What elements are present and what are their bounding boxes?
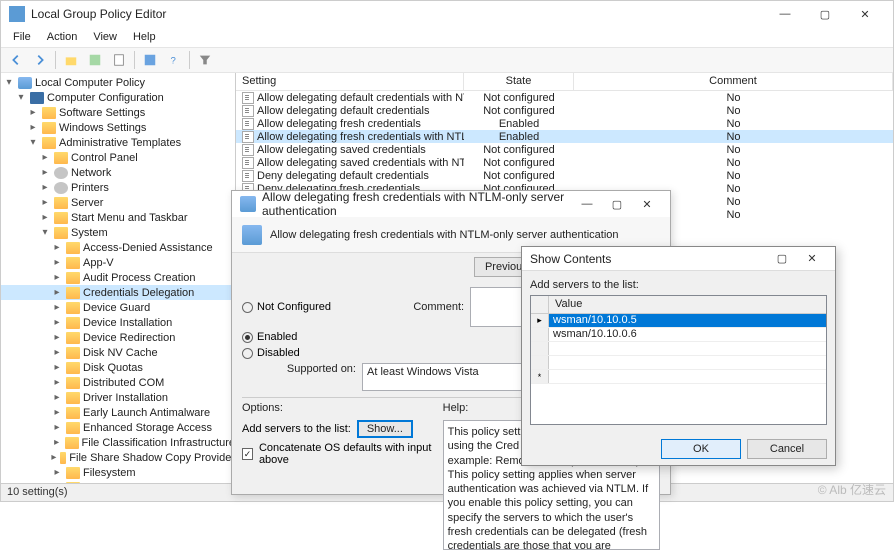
options-heading: Options: (242, 402, 443, 414)
tree-item[interactable]: ▸Control Panel (1, 150, 235, 165)
watermark: © Alb 亿速云 (818, 481, 886, 498)
filter-button[interactable] (194, 49, 216, 71)
radio-not-configured[interactable]: Not Configured (242, 301, 356, 313)
grid-row[interactable]: ▸wsman/10.10.0.5 (531, 314, 826, 328)
app-icon (9, 6, 25, 22)
setting-icon (242, 225, 262, 245)
menu-view[interactable]: View (85, 29, 125, 45)
tree-item[interactable]: ▸Audit Process Creation (1, 270, 235, 285)
tree-item[interactable]: ▸App-V (1, 255, 235, 270)
tree-computer-config[interactable]: ▾Computer Configuration (1, 90, 235, 105)
close-button[interactable]: ✕ (845, 1, 885, 27)
col-comment[interactable]: Comment (574, 73, 893, 90)
comment-label: Comment: (356, 301, 470, 313)
list-row[interactable]: Allow delegating fresh credentialsEnable… (236, 117, 893, 130)
grid-row[interactable] (531, 356, 826, 370)
tree-item[interactable]: ▸Server (1, 195, 235, 210)
show-contents-dialog: Show Contents ▢ ✕ Add servers to the lis… (521, 246, 836, 466)
col-state[interactable]: State (464, 73, 574, 90)
list-row[interactable]: Allow delegating saved credentials with … (236, 156, 893, 169)
show-maximize-button[interactable]: ▢ (767, 246, 797, 272)
up-button[interactable] (60, 49, 82, 71)
show-title: Show Contents (530, 252, 767, 266)
concat-label: Concatenate OS defaults with input above (259, 442, 443, 466)
tree-item[interactable]: ▸Filesystem (1, 465, 235, 480)
col-setting[interactable]: Setting (236, 73, 464, 90)
tree-item[interactable]: ▸Distributed COM (1, 375, 235, 390)
tree-item[interactable]: ▸Driver Installation (1, 390, 235, 405)
minimize-button[interactable]: — (765, 1, 805, 27)
tree-windows[interactable]: ▸Windows Settings (1, 120, 235, 135)
concat-checkbox[interactable]: ✓ (242, 448, 253, 460)
tree-item[interactable]: ▸File Classification Infrastructure (1, 435, 235, 450)
tree-item[interactable]: ▸Enhanced Storage Access (1, 420, 235, 435)
tree-root[interactable]: ▾Local Computer Policy (1, 75, 235, 90)
show-close-button[interactable]: ✕ (797, 246, 827, 272)
grid-row[interactable]: wsman/10.10.0.6 (531, 328, 826, 342)
tree-item[interactable]: ▸Network (1, 165, 235, 180)
svg-text:?: ? (171, 56, 176, 67)
radio-disabled[interactable]: Disabled (242, 347, 362, 359)
tree-panel[interactable]: ▾Local Computer Policy ▾Computer Configu… (1, 73, 236, 483)
show-label: Add servers to the list: (530, 279, 827, 291)
menu-action[interactable]: Action (39, 29, 86, 45)
tree-item[interactable]: ▸Disk Quotas (1, 360, 235, 375)
show-button[interactable]: Show... (357, 420, 413, 438)
tree-item[interactable]: ▸Device Guard (1, 300, 235, 315)
tree-item[interactable]: ▸Access-Denied Assistance (1, 240, 235, 255)
show-titlebar: Show Contents ▢ ✕ (522, 247, 835, 271)
property-title: Allow delegating fresh credentials with … (262, 190, 572, 218)
property-header-text: Allow delegating fresh credentials with … (270, 229, 660, 241)
cancel-button[interactable]: Cancel (747, 439, 827, 459)
dialog-close-button[interactable]: ✕ (632, 191, 662, 217)
menubar: File Action View Help (1, 27, 893, 47)
window-title: Local Group Policy Editor (31, 7, 765, 21)
supported-label: Supported on: (242, 363, 362, 375)
value-grid[interactable]: Value ▸wsman/10.10.0.5wsman/10.10.0.6 * (530, 295, 827, 425)
list-row[interactable]: Allow delegating default credentials wit… (236, 91, 893, 104)
back-button[interactable] (5, 49, 27, 71)
help-button[interactable]: ? (163, 49, 185, 71)
list-row[interactable]: Allow delegating fresh credentials with … (236, 130, 893, 143)
tree-item[interactable]: ▸Printers (1, 180, 235, 195)
dialog-minimize-button[interactable]: — (572, 191, 602, 217)
properties-button[interactable] (139, 49, 161, 71)
list-row[interactable]: Deny delegating default credentialsNot c… (236, 169, 893, 182)
tree-item[interactable]: ▸Device Redirection (1, 330, 235, 345)
toolbar: ? (1, 47, 893, 73)
tree-software[interactable]: ▸Software Settings (1, 105, 235, 120)
tree-item[interactable]: ▸Start Menu and Taskbar (1, 210, 235, 225)
grid-row[interactable] (531, 342, 826, 356)
radio-enabled[interactable]: Enabled (242, 331, 362, 343)
list-header: Setting State Comment (236, 73, 893, 91)
show-hide-tree-button[interactable] (84, 49, 106, 71)
dialog-icon (240, 196, 256, 212)
maximize-button[interactable]: ▢ (805, 1, 845, 27)
dialog-maximize-button[interactable]: ▢ (602, 191, 632, 217)
property-titlebar: Allow delegating fresh credentials with … (232, 191, 670, 217)
titlebar: Local Group Policy Editor — ▢ ✕ (1, 1, 893, 27)
forward-button[interactable] (29, 49, 51, 71)
tree-item[interactable]: ▸Device Installation (1, 315, 235, 330)
grid-row[interactable]: * (531, 370, 826, 384)
tree-item[interactable]: ▸Disk NV Cache (1, 345, 235, 360)
tree-item[interactable]: ▸Early Launch Antimalware (1, 405, 235, 420)
list-row[interactable]: Allow delegating saved credentialsNot co… (236, 143, 893, 156)
tree-item[interactable]: ▸Credentials Delegation (1, 285, 235, 300)
export-button[interactable] (108, 49, 130, 71)
list-row[interactable]: Allow delegating default credentialsNot … (236, 104, 893, 117)
menu-file[interactable]: File (5, 29, 39, 45)
menu-help[interactable]: Help (125, 29, 164, 45)
add-servers-label: Add servers to the list: (242, 423, 351, 435)
tree-admin[interactable]: ▾Administrative Templates (1, 135, 235, 150)
tree-system[interactable]: ▾System (1, 225, 235, 240)
tree-item[interactable]: ▸File Share Shadow Copy Provider (1, 450, 235, 465)
ok-button[interactable]: OK (661, 439, 741, 459)
value-column-header[interactable]: Value (549, 296, 826, 313)
